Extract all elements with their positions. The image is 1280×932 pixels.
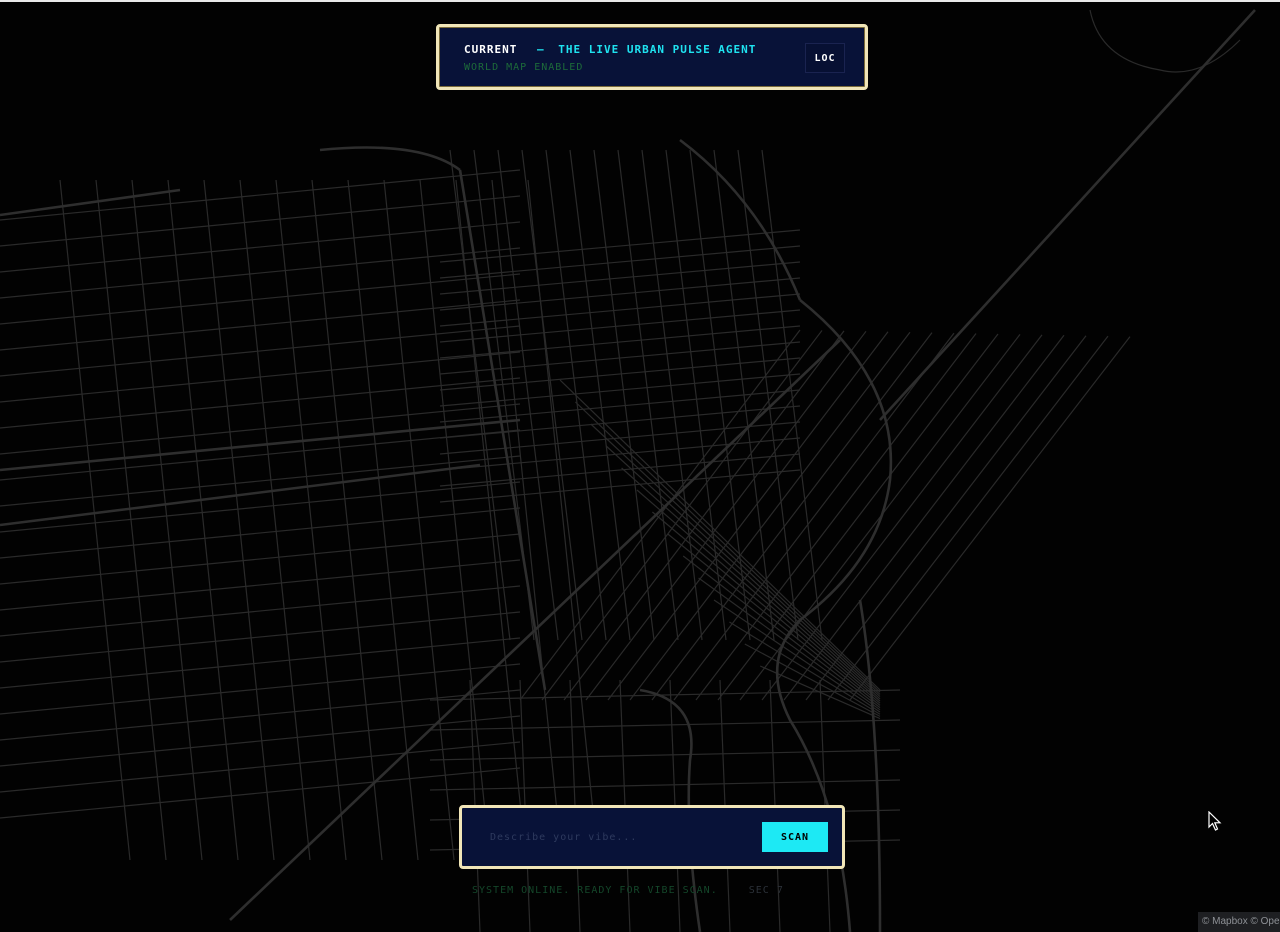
map-roads: [0, 9, 1241, 932]
top-border: [0, 0, 1280, 2]
title-separator: –: [536, 43, 545, 56]
map-major-roads: [0, 9, 1256, 932]
status-line: SYSTEM ONLINE. READY FOR VIBE SCAN. SEC …: [472, 885, 784, 896]
street-map[interactable]: [0, 0, 1280, 932]
app-root: CURRENT – THE LIVE URBAN PULSE AGENT WOR…: [0, 0, 1280, 932]
header-subtitle: WORLD MAP ENABLED: [464, 62, 584, 73]
search-panel: SCAN: [459, 805, 845, 869]
status-message: SYSTEM ONLINE. READY FOR VIBE SCAN.: [472, 885, 718, 896]
map-attribution[interactable]: © Mapbox © OpenStreetMap: [1198, 912, 1280, 932]
header-title: CURRENT – THE LIVE URBAN PULSE AGENT: [464, 43, 756, 56]
status-sector: SEC 7: [748, 885, 784, 896]
app-name: THE LIVE URBAN PULSE AGENT: [558, 43, 757, 56]
loc-button[interactable]: LOC: [805, 43, 845, 73]
mouse-pointer-icon: [1208, 811, 1222, 831]
header-panel: CURRENT – THE LIVE URBAN PULSE AGENT WOR…: [436, 24, 868, 90]
scan-button[interactable]: SCAN: [762, 822, 828, 852]
current-label: CURRENT: [464, 43, 518, 56]
vibe-search-input[interactable]: [488, 825, 762, 849]
